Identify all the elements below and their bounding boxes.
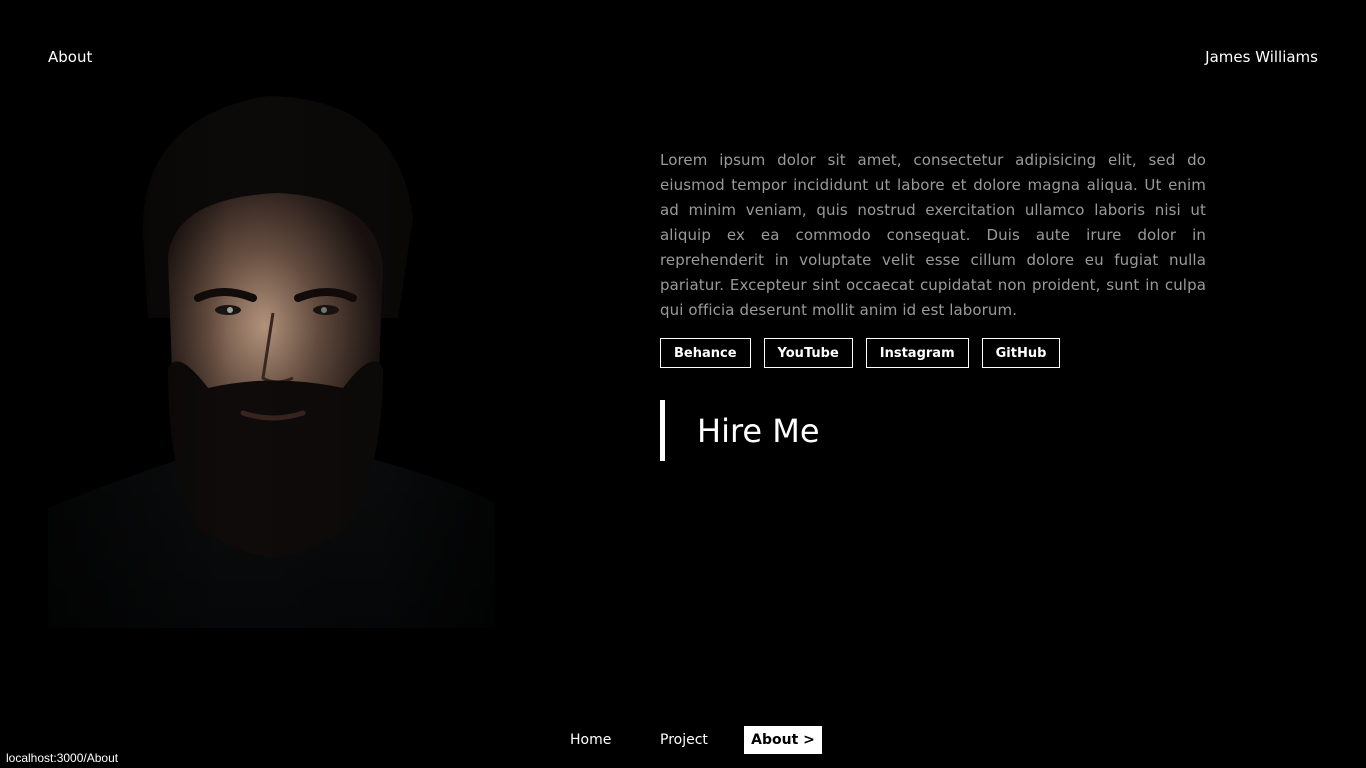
browser-status-url: localhost:3000/About: [0, 748, 125, 768]
bio-paragraph: Lorem ipsum dolor sit amet, consectetur …: [660, 151, 1206, 319]
instagram-button[interactable]: Instagram: [865, 338, 969, 368]
hire-me-block: Hire Me: [660, 400, 1206, 461]
social-links: Behance YouTube Instagram GitHub: [660, 338, 1206, 368]
about-content: Lorem ipsum dolor sit amet, consectetur …: [660, 148, 1206, 461]
behance-button[interactable]: Behance: [660, 338, 751, 368]
page-label: About: [48, 48, 93, 66]
nav-home[interactable]: Home: [570, 726, 611, 754]
about-page: About James Williams Lorem ipsum dolor s…: [0, 0, 1366, 768]
youtube-button[interactable]: YouTube: [763, 338, 853, 368]
github-button[interactable]: GitHub: [981, 338, 1061, 368]
hire-me-link[interactable]: Hire Me: [697, 412, 820, 450]
bottom-navigation: Home Project About >: [0, 726, 1366, 754]
nav-project[interactable]: Project: [660, 726, 708, 754]
portrait-image: [48, 88, 495, 628]
portrait-photo-icon: [48, 88, 495, 628]
nav-about-active[interactable]: About >: [744, 726, 822, 754]
site-owner-name[interactable]: James Williams: [1205, 48, 1318, 66]
